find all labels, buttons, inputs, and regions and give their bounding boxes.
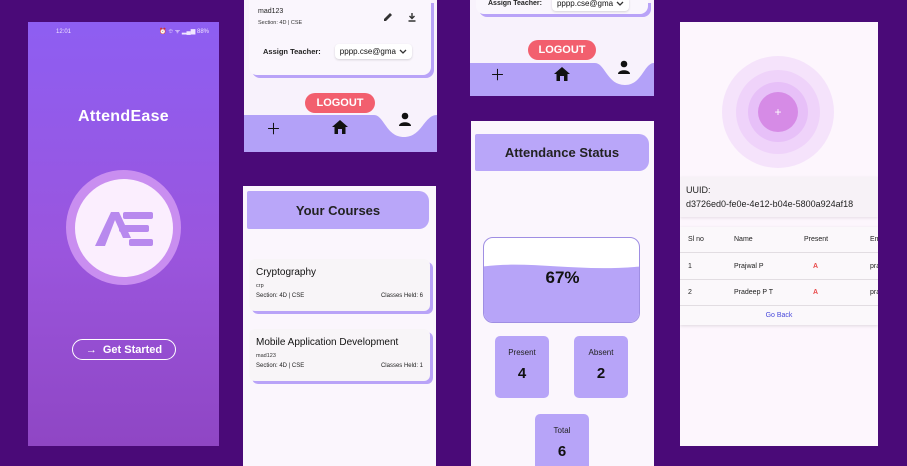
assign-teacher-row: Assign Teacher: pppp.cse@gma bbox=[263, 44, 412, 59]
assign-teacher-screen: mad123 Section: 4D | CSE Assign Teacher:… bbox=[244, 0, 437, 152]
row-name: Prajwal P bbox=[734, 263, 764, 270]
chevron-down-icon bbox=[399, 49, 407, 54]
splash-screen: 12:01 ⏰ ⯐ ᯤ ▂▄▆ 88% AttendEase → Get Sta… bbox=[28, 22, 219, 446]
person-icon[interactable] bbox=[617, 60, 631, 74]
logout-button[interactable]: LOGOUT bbox=[528, 40, 596, 60]
course-section: Section: 4D | CSE bbox=[256, 293, 305, 299]
course-section: Section: 4D | CSE bbox=[258, 20, 303, 26]
status-time: 12:01 bbox=[56, 29, 72, 35]
courses-screen: Your Courses Cryptography crp Section: 4… bbox=[243, 186, 436, 466]
teacher-email-value: pppp.cse@gma bbox=[556, 0, 614, 8]
status-icons: ⏰ ⯐ ᯤ ▂▄▆ 88% bbox=[159, 29, 209, 35]
row-present: A bbox=[813, 289, 819, 296]
row-sl: 1 bbox=[688, 263, 692, 270]
assign-teacher-label: Assign Teacher: bbox=[488, 0, 542, 7]
total-stat: Total 6 bbox=[535, 414, 589, 466]
add-icon[interactable]: ＋ bbox=[490, 64, 505, 85]
course-card: Assign Teacher: pppp.cse@gma bbox=[476, 0, 648, 14]
attendance-status-screen: Attendance Status 67% Present 4 Absent 2… bbox=[471, 121, 654, 466]
row-sl: 2 bbox=[688, 289, 692, 296]
session-uuid-screen: + UUID: d3726ed0-fe0e-4e12-b04e-5800a924… bbox=[680, 22, 878, 446]
course-card: mad123 Section: 4D | CSE Assign Teacher:… bbox=[249, 0, 431, 75]
classes-held: Classes Held: 6 bbox=[380, 293, 423, 299]
table-header-row: Sl no Name Present Em bbox=[680, 227, 878, 253]
total-value: 6 bbox=[557, 443, 567, 460]
attendance-percent: 67% bbox=[545, 268, 580, 287]
table-row: 2 Pradeep P T A pra bbox=[680, 280, 878, 306]
course-code: mad123 bbox=[258, 8, 284, 15]
edit-icon[interactable] bbox=[383, 12, 393, 22]
plus-icon: + bbox=[774, 105, 782, 119]
teacher-email-select[interactable]: pppp.cse@gma bbox=[334, 44, 412, 59]
row-email: pra bbox=[870, 263, 878, 270]
get-started-button[interactable]: → Get Started bbox=[72, 339, 176, 360]
ae-logo-icon bbox=[94, 211, 153, 246]
page-title: Your Courses bbox=[247, 191, 429, 229]
attendance-percentage-gauge: 67% bbox=[483, 237, 640, 323]
absent-label: Absent bbox=[588, 348, 614, 357]
app-logo bbox=[66, 170, 181, 285]
assign-teacher-screen-2: Assign Teacher: pppp.cse@gma LOGOUT ＋ bbox=[470, 0, 654, 96]
logout-button[interactable]: LOGOUT bbox=[305, 93, 375, 113]
course-code: mad123 bbox=[256, 353, 276, 359]
arrow-right-icon: → bbox=[85, 343, 97, 356]
present-label: Present bbox=[508, 348, 536, 357]
chevron-down-icon bbox=[616, 1, 624, 6]
assign-teacher-label: Assign Teacher: bbox=[263, 47, 321, 56]
start-session-button[interactable]: + bbox=[758, 92, 798, 132]
column-header: Name bbox=[734, 236, 753, 243]
course-code: crp bbox=[256, 283, 264, 289]
app-title: AttendEase bbox=[77, 108, 170, 125]
home-icon[interactable] bbox=[332, 120, 348, 134]
teacher-email-value: pppp.cse@gma bbox=[339, 47, 396, 56]
column-header: Sl no bbox=[688, 236, 704, 243]
row-email: pra bbox=[870, 289, 878, 296]
course-name: Mobile Application Development bbox=[256, 337, 399, 348]
course-name: Cryptography bbox=[256, 267, 317, 278]
page-title: Attendance Status bbox=[475, 134, 649, 171]
person-icon[interactable] bbox=[398, 112, 412, 126]
status-bar: 12:01 ⏰ ⯐ ᯤ ▂▄▆ 88% bbox=[28, 22, 219, 42]
go-back-link[interactable]: Go Back bbox=[680, 312, 878, 319]
course-card[interactable]: Mobile Application Development mad123 Se… bbox=[249, 329, 430, 381]
attendance-table: Sl no Name Present Em 1 Prajwal P A pra … bbox=[680, 227, 878, 325]
column-header: Present bbox=[804, 236, 829, 243]
uuid-label: UUID: bbox=[686, 185, 711, 195]
table-row: 1 Prajwal P A pra bbox=[680, 254, 878, 280]
get-started-label: Get Started bbox=[102, 343, 163, 356]
absent-stat: Absent 2 bbox=[574, 336, 628, 398]
row-present: A bbox=[813, 263, 819, 270]
add-icon[interactable]: ＋ bbox=[266, 118, 281, 139]
classes-held: Classes Held: 1 bbox=[380, 363, 423, 369]
uuid-value: d3726ed0-fe0e-4e12-b04e-5800a924af18 bbox=[686, 199, 854, 209]
uuid-card: UUID: d3726ed0-fe0e-4e12-b04e-5800a924af… bbox=[680, 177, 878, 217]
present-value: 4 bbox=[517, 365, 527, 382]
course-card[interactable]: Cryptography crp Section: 4D | CSE Class… bbox=[249, 259, 430, 311]
teacher-email-select[interactable]: pppp.cse@gma bbox=[551, 0, 630, 11]
total-label: Total bbox=[553, 426, 571, 435]
home-icon[interactable] bbox=[554, 67, 570, 81]
course-section: Section: 4D | CSE bbox=[256, 363, 305, 369]
assign-teacher-row: Assign Teacher: pppp.cse@gma bbox=[488, 0, 630, 11]
row-name: Pradeep P T bbox=[734, 289, 774, 296]
present-stat: Present 4 bbox=[495, 336, 549, 398]
column-header: Em bbox=[870, 236, 878, 243]
absent-value: 2 bbox=[596, 365, 606, 382]
download-icon[interactable] bbox=[407, 12, 417, 22]
